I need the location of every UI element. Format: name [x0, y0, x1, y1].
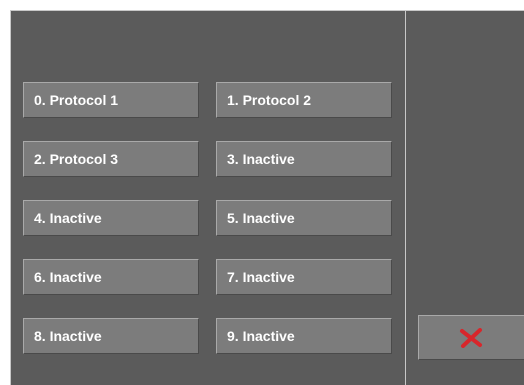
protocol-button-1[interactable]: 1. Protocol 2: [216, 82, 392, 118]
protocol-button-8[interactable]: 8. Inactive: [23, 318, 199, 354]
protocol-button-7[interactable]: 7. Inactive: [216, 259, 392, 295]
cancel-button[interactable]: [418, 315, 524, 360]
protocol-button-5[interactable]: 5. Inactive: [216, 200, 392, 236]
protocol-button-2[interactable]: 2. Protocol 3: [23, 141, 199, 177]
protocol-button-4[interactable]: 4. Inactive: [23, 200, 199, 236]
panel-divider: [405, 10, 406, 385]
protocol-button-6[interactable]: 6. Inactive: [23, 259, 199, 295]
close-icon: [460, 328, 482, 348]
protocol-button-3[interactable]: 3. Inactive: [216, 141, 392, 177]
protocol-button-0[interactable]: 0. Protocol 1: [23, 82, 199, 118]
protocol-button-9[interactable]: 9. Inactive: [216, 318, 392, 354]
